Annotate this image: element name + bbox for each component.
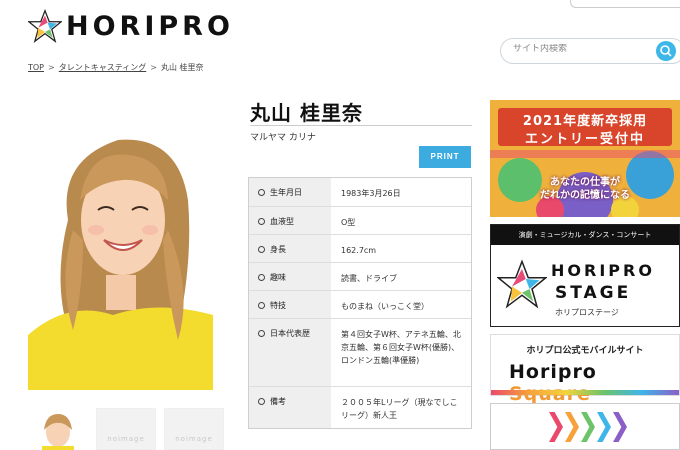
profile-value: 読書、ドライブ xyxy=(341,274,397,283)
bullet-icon xyxy=(258,218,265,225)
logo-text: HORIPRO xyxy=(66,10,234,42)
breadcrumb-top[interactable]: TOP xyxy=(28,63,44,72)
bullet-icon xyxy=(258,398,265,405)
talent-name: 丸山 桂里奈 xyxy=(250,101,363,125)
profile-row-hobby: 趣味 読書、ドライブ xyxy=(249,262,471,290)
square-brand-main: Horipro xyxy=(509,361,597,383)
thumbnail-2[interactable]: noimage xyxy=(96,408,156,450)
recruit-line3: あなたの仕事が だれかの記憶になる xyxy=(540,177,630,201)
recruit-line1: 2021年度新卒採用 xyxy=(522,114,648,129)
talent-photo xyxy=(28,100,213,390)
profile-key: 生年月日 xyxy=(270,188,302,197)
thumbnail-1[interactable] xyxy=(28,408,88,450)
profile-row-national-team: 日本代表歴 第４回女子W杯、アテネ五輪、北京五輪、第６回女子W杯(優勝)、ロンド… xyxy=(249,318,471,386)
profile-value: 1983年3月26日 xyxy=(341,189,401,198)
stage-star-icon xyxy=(497,259,547,309)
breadcrumb-separator: > xyxy=(48,63,55,72)
print-button[interactable]: PRINT xyxy=(419,146,471,168)
profile-key: 趣味 xyxy=(270,273,286,282)
horipro-logo[interactable]: HORIPRO xyxy=(28,8,234,44)
profile-row-skill: 特技 ものまね（いっこく堂） xyxy=(249,290,471,318)
chevron-banner[interactable] xyxy=(490,403,680,450)
stage-word2: STAGE xyxy=(555,283,632,303)
recruit-banner[interactable]: 2021年度新卒採用 エントリー受付中 あなたの仕事が だれかの記憶になる xyxy=(490,100,680,217)
profile-value: O型 xyxy=(341,218,356,227)
header-corner-frame xyxy=(570,0,680,8)
logo-star-icon xyxy=(28,9,62,43)
profile-row-height: 身長 162.7cm xyxy=(249,234,471,262)
breadcrumb: TOP > タレントキャスティング > 丸山 桂里奈 xyxy=(28,62,204,73)
bullet-icon xyxy=(258,274,265,281)
bullet-icon xyxy=(258,302,265,309)
profile-row-birthday: 生年月日 1983年3月26日 xyxy=(249,178,471,206)
bullet-icon xyxy=(258,189,265,196)
horipro-stage-banner[interactable]: 演劇・ミュージカル・ダンス・コンサート HORIPRO STAGE ホリプロステ… xyxy=(490,224,680,327)
horipro-square-banner[interactable]: ホリプロ公式モバイルサイト Horipro Square xyxy=(490,334,680,405)
thumbnail-3[interactable]: noimage xyxy=(164,408,224,450)
search-button[interactable] xyxy=(656,41,676,61)
photo-thumbnails: noimage noimage xyxy=(28,408,224,450)
thumbnail-placeholder: noimage xyxy=(107,435,145,443)
bullet-icon xyxy=(258,330,265,337)
chevrons-icon xyxy=(549,412,627,442)
stage-sub: ホリプロステージ xyxy=(555,308,619,317)
name-divider xyxy=(250,125,472,126)
stage-caption: 演劇・ミュージカル・ダンス・コンサート xyxy=(491,225,679,245)
profile-value: 第４回女子W杯、アテネ五輪、北京五輪、第６回女子W杯(優勝)、ロンドン五輪(準優… xyxy=(341,330,461,365)
recruit-line2: エントリー受付中 xyxy=(524,132,645,147)
site-search xyxy=(500,38,680,64)
profile-table: 生年月日 1983年3月26日 血液型 O型 身長 162.7cm 趣味 読書、… xyxy=(248,177,472,429)
breadcrumb-current: 丸山 桂里奈 xyxy=(160,63,204,72)
profile-value: 162.7cm xyxy=(341,246,377,255)
square-brand: Horipro Square xyxy=(509,361,679,405)
stage-word1: HORIPRO xyxy=(551,261,655,280)
rainbow-bar xyxy=(491,390,679,395)
breadcrumb-talent-casting[interactable]: タレントキャスティング xyxy=(59,62,147,73)
search-icon xyxy=(660,45,672,57)
square-title: ホリプロ公式モバイルサイト xyxy=(526,346,644,356)
bullet-icon xyxy=(258,246,265,253)
profile-row-notes: 備考 ２００５年Lリーグ（現なでしこリーグ）新人王 xyxy=(249,386,471,428)
profile-key: 身長 xyxy=(270,245,286,254)
profile-key: 日本代表歴 xyxy=(270,329,310,338)
breadcrumb-separator: > xyxy=(150,63,157,72)
search-input[interactable] xyxy=(513,44,653,54)
profile-row-blood-type: 血液型 O型 xyxy=(249,206,471,234)
thumbnail-placeholder: noimage xyxy=(175,435,213,443)
profile-value: ２００５年Lリーグ（現なでしこリーグ）新人王 xyxy=(341,398,458,420)
profile-value: ものまね（いっこく堂） xyxy=(341,302,429,311)
profile-key: 特技 xyxy=(270,301,286,310)
profile-key: 血液型 xyxy=(270,217,294,226)
talent-kana: マルヤマ カリナ xyxy=(250,133,316,143)
profile-key: 備考 xyxy=(270,397,286,406)
